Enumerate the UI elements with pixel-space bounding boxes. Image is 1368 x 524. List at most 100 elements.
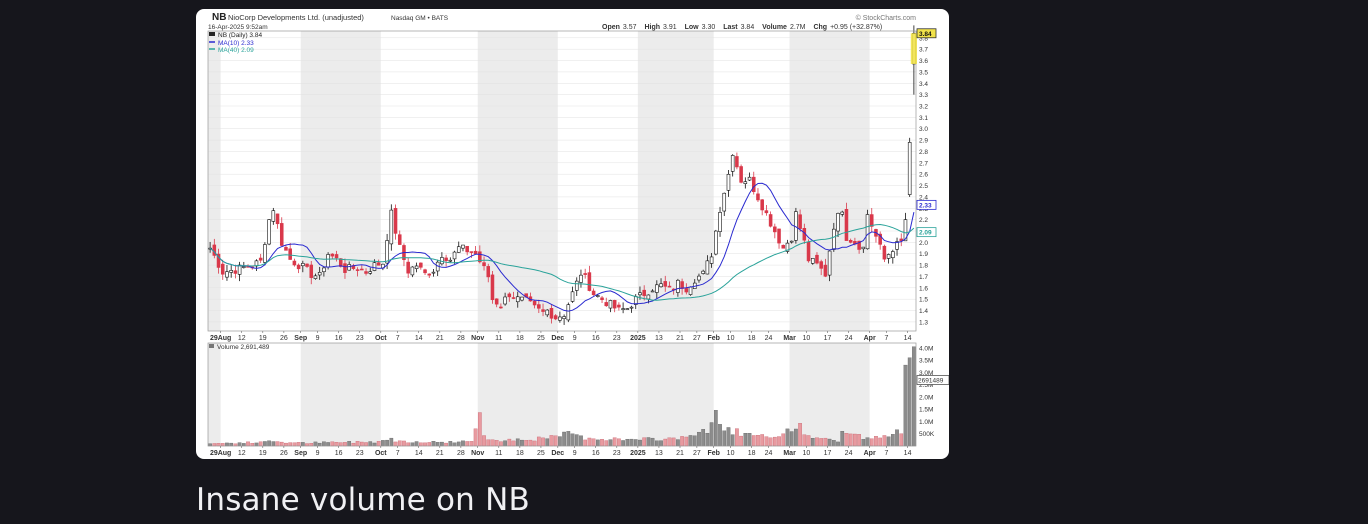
x-tick-label: 11 [495,335,502,342]
price-tick-label: 3.3 [919,92,928,99]
candle-body [520,296,524,301]
x-tick-label: 21 [676,335,684,342]
volume-bar [869,438,874,447]
volume-bar [676,439,680,447]
candle-body [229,270,233,273]
candle-body [566,304,571,321]
x-tick-label: 14 [415,335,423,342]
candle-body [263,244,267,263]
volume-bar [848,433,853,447]
x-tick-label-volume: 18 [748,450,756,457]
volume-bar [667,437,672,447]
volume-bar [511,440,516,447]
candle-body [604,302,609,307]
candle-body [465,245,469,253]
candle-body [406,261,410,274]
volume-legend: Volume 2,691,489 [209,344,270,351]
volume-bar [890,434,895,447]
volume-bar [258,441,263,447]
x-tick-label-volume: 12 [238,450,246,457]
volume-bar [903,364,908,447]
candle-body [313,275,318,279]
price-tick-label: 3.5 [919,69,928,76]
x-tick-label: 14 [904,335,912,342]
x-tick-label-volume: Oct [375,450,387,457]
volume-bar [874,436,878,447]
candle-body [688,286,693,295]
candle-body [865,214,870,250]
volume-marker-label: 2691489 [918,377,944,384]
x-tick-label: Apr [864,335,876,342]
candle-body [714,230,718,255]
volume-bar [313,441,318,447]
candle-body [667,285,672,288]
candle-body [612,300,617,309]
volume-bar [212,443,217,447]
volume-bar [431,441,436,447]
volume-bar [751,435,756,447]
volume-bar [402,440,406,447]
candle-body [832,228,836,250]
price-tick-label: 2.9 [919,138,928,145]
price-tick-label: 1.5 [919,297,928,304]
x-tick-label: 28 [457,335,465,342]
ma40-marker: 2.09 [916,227,937,238]
candle-body [355,269,360,271]
candle-body [629,306,634,309]
volume-bar [461,440,465,447]
candle-body [317,272,322,276]
volume-bar [912,346,916,447]
candle-body [275,213,280,225]
volume-bar [553,435,558,447]
volume-tick-label: 500K [919,431,935,438]
x-tick-label-volume: Apr [864,450,876,457]
candle-body [836,213,840,232]
candle-body [461,244,465,249]
x-tick-label-volume: Feb [707,450,719,457]
volume-bar [823,437,828,447]
volume-bar [237,442,242,447]
volume-bar [448,441,453,447]
candle-body [242,266,246,268]
volume-bar [271,441,276,447]
candle-body [659,283,663,288]
candle-body [718,212,722,232]
volume-bar [735,428,739,447]
volume-bar [359,441,364,447]
candle-body [456,246,461,253]
price-tick-label: 3.7 [919,47,928,54]
volume-bar [844,433,849,447]
volume-bar [452,442,457,447]
x-tick-label-volume: 21 [436,450,444,457]
candle-body [376,262,381,266]
volume-bar [756,435,760,447]
volume-bar [435,442,440,447]
volume-bar [798,423,802,447]
volume-bar [246,441,250,447]
volume-bar [520,439,524,447]
x-tick-label-volume: 26 [280,450,288,457]
candle-body [258,257,263,261]
volume-bar [338,442,343,447]
candle-body [823,264,828,277]
x-tick-label-volume: 13 [655,450,663,457]
volume-bar [684,436,689,447]
volume-bar [317,442,322,447]
volume-bar [469,441,474,447]
volume-bar [494,440,499,447]
candle-body [642,289,646,296]
candle-body [625,308,630,310]
x-tick-label-volume: 24 [765,450,773,457]
price-legend: NB (Daily) 3.84 MA(10) 2.33 MA(40) 2.09 [209,32,262,54]
candle-body [587,272,592,291]
x-tick-label-volume: Nov [471,450,484,457]
volume-bar [326,442,330,447]
x-tick-label-volume: 10 [803,450,811,457]
candle-body [419,262,423,268]
candle-body [279,223,284,246]
candle-body [414,265,419,269]
candle-body [789,240,794,243]
price-tick-label: 1.3 [919,319,928,326]
volume-bar [612,437,617,447]
volume-bar [208,443,212,447]
